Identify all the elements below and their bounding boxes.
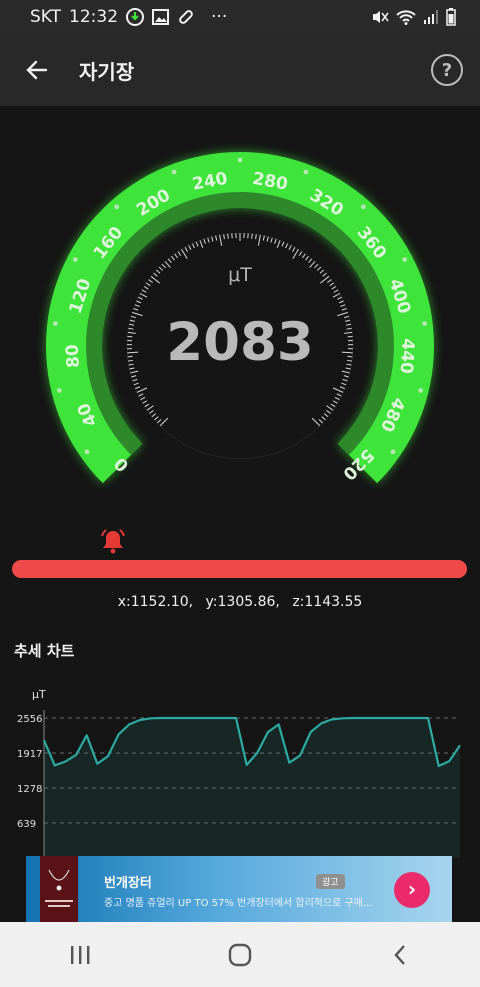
x-value: x:1152.10,	[117, 594, 194, 610]
gauge-scale-dot	[418, 388, 423, 393]
chart-area-fill	[44, 718, 460, 858]
app-notification-icon	[126, 8, 145, 26]
ad-description: 중고 명품 쥬얼리 UP TO 57% 번개장터에서 합리적으로 구매...	[104, 898, 373, 909]
gauge-scale-dot	[171, 169, 177, 175]
carrier-label: SKT	[30, 7, 62, 27]
ad-title: 번개장터	[104, 876, 152, 891]
level-bar	[12, 560, 467, 578]
gauge-scale-dot	[57, 388, 62, 393]
arrow-left-icon	[26, 60, 48, 80]
gauge-scale-dot	[72, 257, 78, 262]
back-button[interactable]	[13, 46, 61, 94]
gallery-icon	[152, 9, 170, 25]
ad-banner[interactable]: 번개장터 중고 명품 쥬얼리 UP TO 57% 번개장터에서 합리적으로 구매…	[26, 856, 452, 922]
clock: 12:32	[69, 7, 119, 27]
wifi-icon	[396, 10, 416, 25]
gauge-scale-dot	[237, 157, 243, 163]
more-notifications-indicator: ···	[211, 7, 228, 27]
navigation-bar	[0, 922, 480, 987]
back-nav-button[interactable]	[370, 930, 430, 980]
home-icon	[228, 943, 252, 966]
help-button[interactable]: ?	[431, 54, 463, 86]
pill-icon	[179, 10, 193, 24]
chart-y-tick-label: 2556	[17, 714, 42, 725]
gauge-scale-dot	[360, 204, 366, 210]
xyz-readout: x:1152.10, y:1305.86, z:1143.55	[0, 594, 480, 610]
chart-y-unit: μT	[32, 688, 46, 701]
page-title: 자기장	[79, 59, 135, 84]
mute-icon	[373, 11, 389, 23]
gauge-value: 2083	[166, 312, 314, 373]
z-value: z:1143.55	[292, 594, 363, 610]
gauge-scale-dot	[84, 449, 90, 455]
trend-chart: μT 2556 1917 1278 639	[17, 688, 461, 858]
home-button[interactable]	[210, 930, 270, 980]
y-value: y:1305.86,	[205, 594, 280, 610]
necklace-image	[45, 869, 73, 907]
chart-y-tick-label: 1917	[17, 749, 42, 760]
signal-icon	[424, 10, 438, 24]
gauge-scale-dot	[303, 169, 309, 175]
trend-chart-title: 추세 차트	[14, 642, 75, 660]
ad-thumbnail	[40, 856, 78, 922]
gauge-unit: μT	[228, 264, 252, 286]
gauge-scale-dot	[402, 257, 408, 262]
app-bar: 자기장 ?	[0, 34, 480, 106]
gauge: 04080120160200240 280320360400440480520	[46, 151, 434, 484]
recent-apps-icon	[71, 945, 90, 964]
gauge-scale-dot	[114, 204, 120, 210]
status-bar: SKT 12:32 ···	[0, 0, 480, 34]
alarm-bell-icon	[101, 529, 125, 554]
ad-open-button[interactable]: ›	[394, 872, 430, 908]
chart-y-tick-label: 639	[17, 819, 36, 830]
gauge-scale-dot	[390, 449, 396, 455]
recent-apps-button[interactable]	[50, 930, 110, 980]
chevron-left-icon	[394, 944, 405, 965]
chart-y-tick-label: 1278	[17, 784, 42, 795]
battery-icon	[446, 8, 456, 26]
ad-label-badge: 광고	[316, 874, 345, 889]
